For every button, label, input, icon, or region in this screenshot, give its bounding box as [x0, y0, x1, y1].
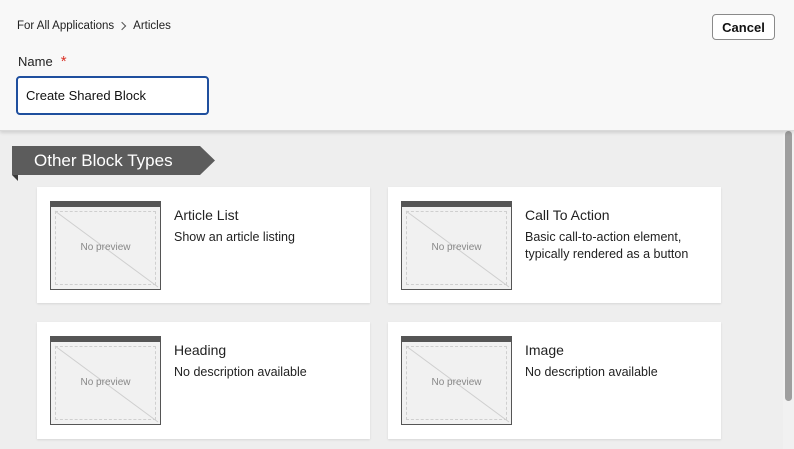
card-title: Image: [525, 342, 564, 358]
preview-thumbnail: No preview: [401, 201, 512, 290]
name-field-label: Name *: [18, 54, 67, 69]
card-description: Show an article listing: [174, 230, 295, 244]
block-card-article-list[interactable]: No preview Article List Show an article …: [37, 187, 370, 303]
chevron-right-icon: [117, 21, 127, 31]
breadcrumb-root-link[interactable]: For All Applications: [17, 20, 114, 32]
preview-thumbnail: No preview: [50, 336, 161, 425]
preview-thumbnail: No preview: [50, 201, 161, 290]
page-header: For All Applications Articles Cancel Nam…: [0, 0, 794, 131]
breadcrumb-current[interactable]: Articles: [133, 20, 171, 32]
required-asterisk: *: [60, 53, 67, 70]
name-input[interactable]: [16, 76, 209, 115]
block-card-heading[interactable]: No preview Heading No description availa…: [37, 322, 370, 439]
card-description: No description available: [174, 365, 307, 379]
scrollbar-track[interactable]: [783, 131, 794, 449]
no-preview-text: No preview: [80, 242, 131, 253]
block-card-image[interactable]: No preview Image No description availabl…: [388, 322, 721, 439]
no-preview-text: No preview: [80, 377, 131, 388]
card-title: Article List: [174, 207, 239, 223]
scrollbar-thumb[interactable]: [785, 131, 792, 401]
no-preview-text: No preview: [431, 242, 482, 253]
cancel-button[interactable]: Cancel: [712, 14, 775, 40]
card-description: No description available: [525, 365, 658, 379]
name-label-text: Name: [18, 54, 53, 69]
card-description: Basic call-to-action element, typically …: [525, 230, 689, 261]
block-types-panel: Other Block Types No preview Article Lis…: [0, 131, 794, 449]
card-title: Heading: [174, 342, 227, 358]
breadcrumb: For All Applications Articles: [17, 20, 171, 32]
card-title: Call To Action: [525, 207, 610, 223]
section-banner: Other Block Types: [12, 146, 215, 175]
banner-fold: [12, 175, 18, 181]
no-preview-text: No preview: [431, 377, 482, 388]
block-card-call-to-action[interactable]: No preview Call To Action Basic call-to-…: [388, 187, 721, 303]
section-title: Other Block Types: [34, 151, 173, 170]
preview-thumbnail: No preview: [401, 336, 512, 425]
